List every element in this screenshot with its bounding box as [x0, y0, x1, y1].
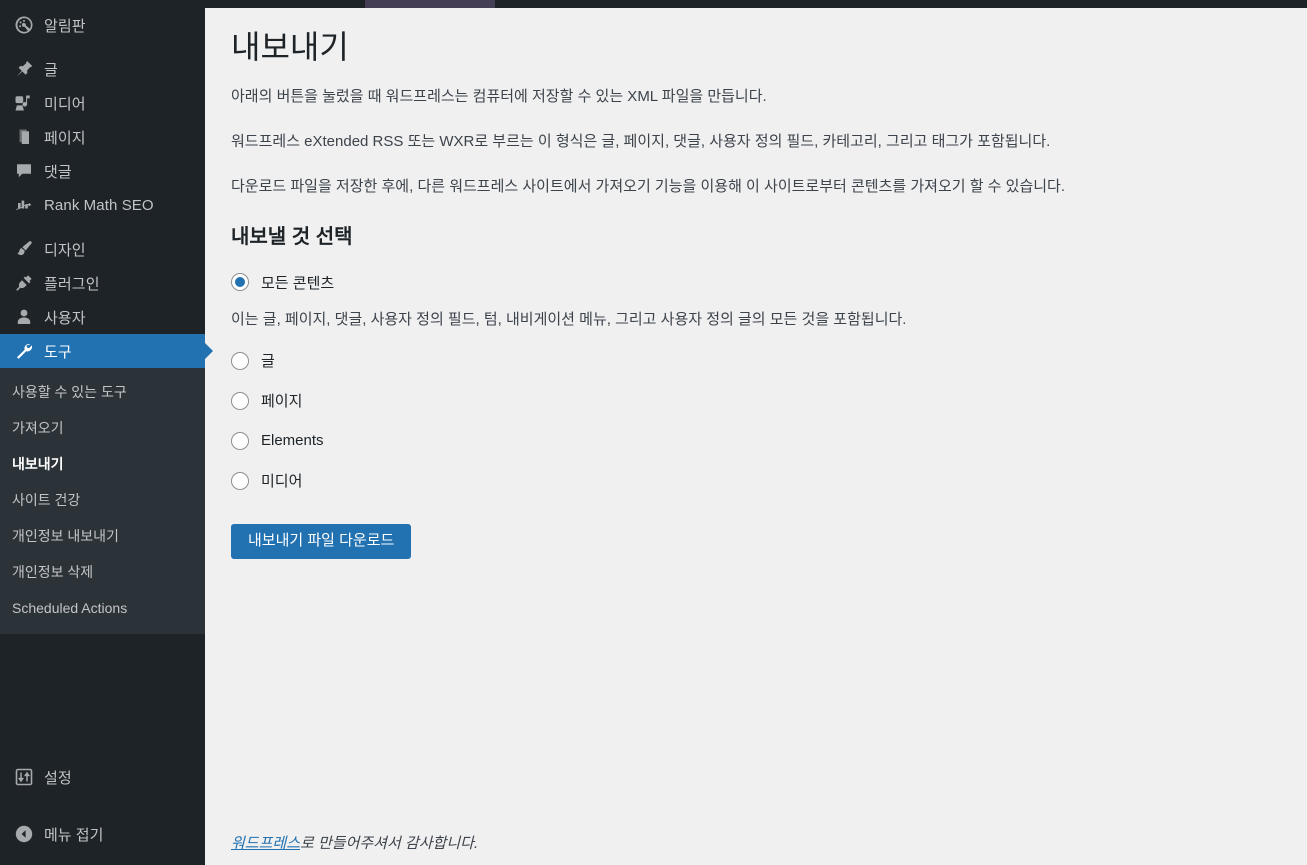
sidebar-item-posts[interactable]: 글: [0, 52, 205, 86]
radio-option-posts[interactable]: 글: [231, 346, 1285, 376]
sidebar-item-pages[interactable]: 페이지: [0, 120, 205, 154]
sidebar-item-label: 페이지: [40, 127, 86, 148]
submenu-item-export-personal-data[interactable]: 개인정보 내보내기: [0, 518, 205, 554]
download-export-file-button[interactable]: 내보내기 파일 다운로드: [231, 524, 411, 560]
sidebar-item-label: 댓글: [40, 161, 72, 182]
sidebar-item-label: 알림판: [40, 15, 86, 36]
appearance-icon: [8, 238, 40, 260]
radio-input-media[interactable]: [231, 472, 249, 490]
radio-label-elements[interactable]: Elements: [249, 432, 324, 449]
sidebar-item-plugins[interactable]: 플러그인: [0, 266, 205, 300]
wordpress-admin-screen: 알림판 글 미디어: [0, 0, 1307, 865]
pin-icon: [8, 58, 40, 80]
sidebar-item-rank-math-seo[interactable]: Rank Math SEO: [0, 188, 205, 222]
page-title: 내보내기: [231, 18, 1285, 81]
plugins-icon: [8, 272, 40, 294]
admin-footer: 워드프레스로 만들어주셔서 감사합니다.: [231, 832, 478, 853]
section-title-choose-export: 내보낼 것 선택: [231, 220, 1285, 261]
submenu-item-label: 개인정보 삭제: [12, 562, 93, 582]
radio-option-media[interactable]: 미디어: [231, 466, 1285, 496]
admin-bar-highlight-segment: [365, 0, 495, 8]
admin-sidebar: 알림판 글 미디어: [0, 0, 205, 865]
radio-label-posts[interactable]: 글: [249, 350, 275, 371]
sidebar-item-settings-wrapper: 설정: [0, 760, 205, 794]
pages-icon: [8, 126, 40, 148]
wordpress-link[interactable]: 워드프레스: [231, 835, 300, 852]
submenu-item-erase-personal-data[interactable]: 개인정보 삭제: [0, 554, 205, 590]
sidebar-item-label: 디자인: [40, 239, 86, 260]
submenu-item-export[interactable]: 내보내기: [0, 446, 205, 482]
radio-input-all-content[interactable]: [231, 273, 249, 291]
sidebar-item-label: 미디어: [40, 93, 86, 114]
submenu-item-label: 사용할 수 있는 도구: [12, 382, 127, 402]
submenu-item-available-tools[interactable]: 사용할 수 있는 도구: [0, 374, 205, 410]
collapse-arrow-icon: [8, 824, 40, 844]
export-description-3: 다운로드 파일을 저장한 후에, 다른 워드프레스 사이트에서 가져오기 기능을…: [231, 175, 1285, 198]
sidebar-item-label: 설정: [40, 767, 72, 788]
radio-label-all-content[interactable]: 모든 콘텐츠: [249, 272, 334, 293]
tools-submenu: 사용할 수 있는 도구 가져오기 내보내기 사이트 건강 개인정보 내보내기 개…: [0, 368, 205, 634]
sidebar-item-tools[interactable]: 도구: [0, 334, 205, 368]
sidebar-item-label: Rank Math SEO: [40, 197, 154, 214]
submenu-item-site-health[interactable]: 사이트 건강: [0, 482, 205, 518]
radio-option-elements[interactable]: Elements: [231, 426, 1285, 456]
radio-label-pages[interactable]: 페이지: [249, 390, 302, 411]
submenu-item-label: Scheduled Actions: [12, 600, 127, 616]
radio-input-posts[interactable]: [231, 352, 249, 370]
export-description-1: 아래의 버튼을 눌렀을 때 워드프레스는 컴퓨터에 저장할 수 있는 XML 파…: [231, 85, 1285, 108]
main-content: 내보내기 아래의 버튼을 눌렀을 때 워드프레스는 컴퓨터에 저장할 수 있는 …: [205, 8, 1307, 865]
submenu-item-scheduled-actions[interactable]: Scheduled Actions: [0, 590, 205, 626]
export-description-2: 워드프레스 eXtended RSS 또는 WXR로 부르는 이 형식은 글, …: [231, 130, 1285, 153]
radio-option-pages[interactable]: 페이지: [231, 386, 1285, 416]
submenu-item-label: 내보내기: [12, 454, 64, 474]
radio-label-media[interactable]: 미디어: [249, 470, 302, 491]
radio-input-pages[interactable]: [231, 392, 249, 410]
dashboard-icon: [8, 14, 40, 36]
submenu-item-label: 가져오기: [12, 418, 64, 438]
media-icon: [8, 92, 40, 114]
sidebar-item-users[interactable]: 사용자: [0, 300, 205, 334]
all-content-description: 이는 글, 페이지, 댓글, 사용자 정의 필드, 텀, 내비게이션 메뉴, 그…: [231, 309, 1285, 332]
submenu-item-label: 사이트 건강: [12, 490, 80, 510]
sidebar-item-settings[interactable]: 설정: [0, 760, 205, 794]
admin-menu: 알림판 글 미디어: [0, 0, 205, 368]
collapse-menu-label: 메뉴 접기: [40, 824, 103, 845]
submenu-item-import[interactable]: 가져오기: [0, 410, 205, 446]
radio-input-elements[interactable]: [231, 432, 249, 450]
admin-bar: [0, 0, 1307, 8]
sidebar-item-label: 글: [40, 59, 58, 80]
radio-option-all-content[interactable]: 모든 콘텐츠: [231, 267, 1285, 297]
rankmath-icon: [8, 194, 40, 216]
users-icon: [8, 306, 40, 328]
submenu-item-label: 개인정보 내보내기: [12, 526, 119, 546]
sidebar-item-comments[interactable]: 댓글: [0, 154, 205, 188]
sidebar-item-appearance[interactable]: 디자인: [0, 232, 205, 266]
tools-icon: [8, 340, 40, 362]
collapse-menu-button[interactable]: 메뉴 접기: [0, 815, 205, 853]
sidebar-item-label: 도구: [40, 341, 72, 362]
sidebar-item-dashboard[interactable]: 알림판: [0, 8, 205, 42]
sidebar-item-label: 플러그인: [40, 273, 100, 294]
footer-thanks-text: 로 만들어주셔서 감사합니다.: [300, 835, 478, 852]
sidebar-item-label: 사용자: [40, 307, 86, 328]
comments-icon: [8, 160, 40, 182]
sidebar-item-media[interactable]: 미디어: [0, 86, 205, 120]
settings-icon: [8, 766, 40, 788]
